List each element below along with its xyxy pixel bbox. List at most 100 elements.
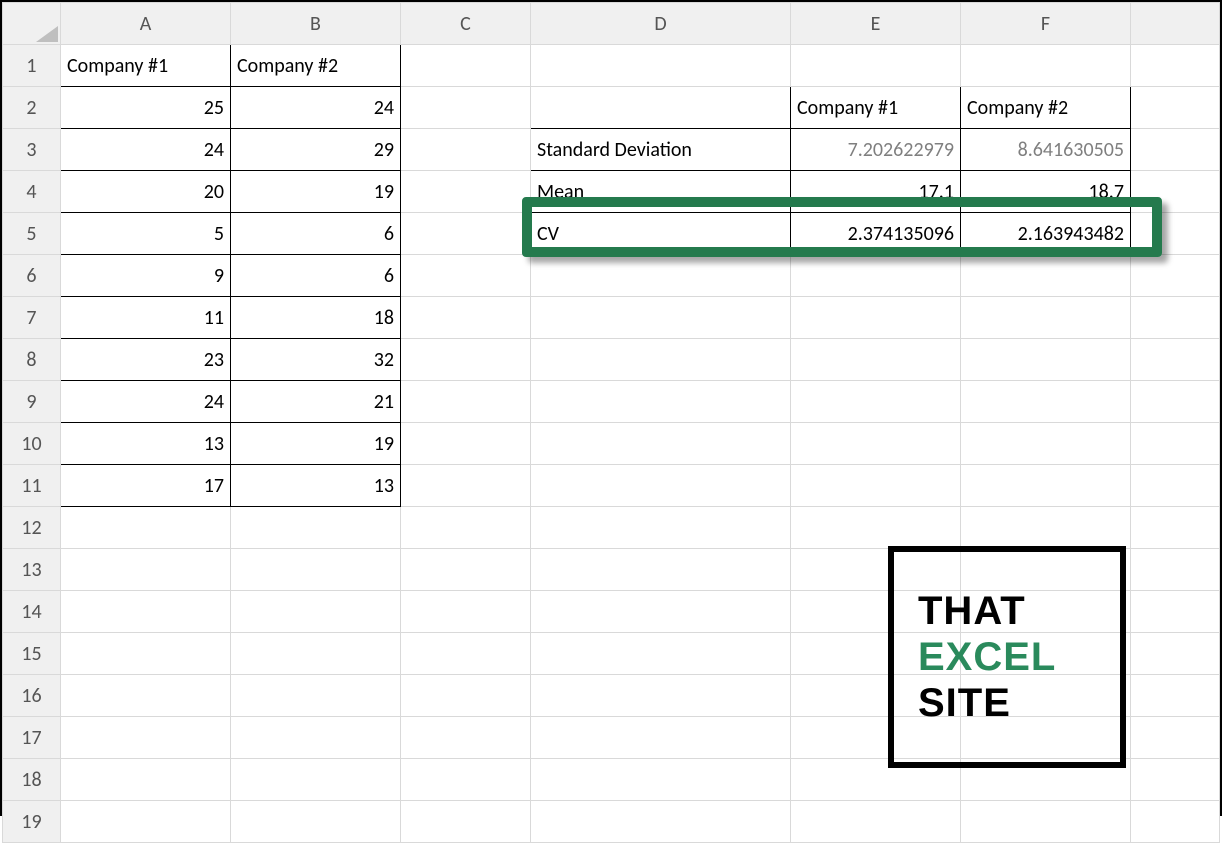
cell-extra-4[interactable]: [1131, 171, 1220, 213]
cell-C12[interactable]: [401, 507, 531, 549]
cell-A12[interactable]: [61, 507, 231, 549]
cell-E2[interactable]: Company #1: [791, 87, 961, 129]
row-header-13[interactable]: 13: [3, 549, 61, 591]
cell-F6[interactable]: [961, 255, 1131, 297]
select-all-corner[interactable]: [3, 3, 61, 45]
col-header-E[interactable]: E: [791, 3, 961, 45]
cell-D4[interactable]: Mean: [531, 171, 791, 213]
cell-extra-17[interactable]: [1131, 717, 1220, 759]
cell-A5[interactable]: 5: [61, 213, 231, 255]
cell-C13[interactable]: [401, 549, 531, 591]
cell-C7[interactable]: [401, 297, 531, 339]
cell-D10[interactable]: [531, 423, 791, 465]
cell-A7[interactable]: 11: [61, 297, 231, 339]
cell-B6[interactable]: 6: [231, 255, 401, 297]
cell-F11[interactable]: [961, 465, 1131, 507]
cell-F2[interactable]: Company #2: [961, 87, 1131, 129]
cell-B18[interactable]: [231, 759, 401, 801]
cell-D18[interactable]: [531, 759, 791, 801]
cell-D8[interactable]: [531, 339, 791, 381]
cell-A10[interactable]: 13: [61, 423, 231, 465]
cell-A13[interactable]: [61, 549, 231, 591]
col-header-B[interactable]: B: [231, 3, 401, 45]
cell-C17[interactable]: [401, 717, 531, 759]
col-header-A[interactable]: A: [61, 3, 231, 45]
cell-extra-10[interactable]: [1131, 423, 1220, 465]
cell-C8[interactable]: [401, 339, 531, 381]
row-header-10[interactable]: 10: [3, 423, 61, 465]
row-header-2[interactable]: 2: [3, 87, 61, 129]
cell-E12[interactable]: [791, 507, 961, 549]
cell-A3[interactable]: 24: [61, 129, 231, 171]
cell-E7[interactable]: [791, 297, 961, 339]
cell-extra-13[interactable]: [1131, 549, 1220, 591]
cell-D16[interactable]: [531, 675, 791, 717]
cell-F5[interactable]: 2.163943482: [961, 213, 1131, 255]
cell-A8[interactable]: 23: [61, 339, 231, 381]
row-header-4[interactable]: 4: [3, 171, 61, 213]
cell-A2[interactable]: 25: [61, 87, 231, 129]
cell-extra-16[interactable]: [1131, 675, 1220, 717]
row-header-9[interactable]: 9: [3, 381, 61, 423]
cell-C19[interactable]: [401, 801, 531, 843]
cell-C16[interactable]: [401, 675, 531, 717]
col-header-D[interactable]: D: [531, 3, 791, 45]
cell-B17[interactable]: [231, 717, 401, 759]
cell-B16[interactable]: [231, 675, 401, 717]
row-header-12[interactable]: 12: [3, 507, 61, 549]
cell-extra-19[interactable]: [1131, 801, 1220, 843]
cell-extra-18[interactable]: [1131, 759, 1220, 801]
row-header-17[interactable]: 17: [3, 717, 61, 759]
cell-D7[interactable]: [531, 297, 791, 339]
cell-extra-3[interactable]: [1131, 129, 1220, 171]
cell-extra-5[interactable]: [1131, 213, 1220, 255]
cell-D3[interactable]: Standard Deviation: [531, 129, 791, 171]
cell-C4[interactable]: [401, 171, 531, 213]
cell-B4[interactable]: 19: [231, 171, 401, 213]
row-header-16[interactable]: 16: [3, 675, 61, 717]
cell-B13[interactable]: [231, 549, 401, 591]
row-header-6[interactable]: 6: [3, 255, 61, 297]
cell-D11[interactable]: [531, 465, 791, 507]
cell-extra-12[interactable]: [1131, 507, 1220, 549]
cell-E1[interactable]: [791, 45, 961, 87]
cell-E5[interactable]: 2.374135096: [791, 213, 961, 255]
cell-C2[interactable]: [401, 87, 531, 129]
cell-E19[interactable]: [791, 801, 961, 843]
cell-A1[interactable]: Company #1: [61, 45, 231, 87]
cell-B1[interactable]: Company #2: [231, 45, 401, 87]
cell-D6[interactable]: [531, 255, 791, 297]
row-header-11[interactable]: 11: [3, 465, 61, 507]
cell-F1[interactable]: [961, 45, 1131, 87]
cell-A4[interactable]: 20: [61, 171, 231, 213]
cell-C11[interactable]: [401, 465, 531, 507]
row-header-3[interactable]: 3: [3, 129, 61, 171]
row-header-15[interactable]: 15: [3, 633, 61, 675]
row-header-1[interactable]: 1: [3, 45, 61, 87]
cell-E4[interactable]: 17.1: [791, 171, 961, 213]
cell-extra-9[interactable]: [1131, 381, 1220, 423]
cell-B3[interactable]: 29: [231, 129, 401, 171]
cell-B8[interactable]: 32: [231, 339, 401, 381]
cell-D5[interactable]: CV: [531, 213, 791, 255]
cell-C15[interactable]: [401, 633, 531, 675]
cell-F12[interactable]: [961, 507, 1131, 549]
cell-extra-6[interactable]: [1131, 255, 1220, 297]
cell-extra-11[interactable]: [1131, 465, 1220, 507]
cell-A15[interactable]: [61, 633, 231, 675]
cell-A19[interactable]: [61, 801, 231, 843]
cell-A11[interactable]: 17: [61, 465, 231, 507]
cell-A9[interactable]: 24: [61, 381, 231, 423]
cell-A6[interactable]: 9: [61, 255, 231, 297]
cell-E11[interactable]: [791, 465, 961, 507]
row-header-19[interactable]: 19: [3, 801, 61, 843]
cell-E6[interactable]: [791, 255, 961, 297]
cell-F4[interactable]: 18.7: [961, 171, 1131, 213]
cell-B2[interactable]: 24: [231, 87, 401, 129]
cell-B10[interactable]: 19: [231, 423, 401, 465]
cell-A14[interactable]: [61, 591, 231, 633]
cell-B19[interactable]: [231, 801, 401, 843]
cell-D2[interactable]: [531, 87, 791, 129]
cell-C1[interactable]: [401, 45, 531, 87]
cell-A18[interactable]: [61, 759, 231, 801]
